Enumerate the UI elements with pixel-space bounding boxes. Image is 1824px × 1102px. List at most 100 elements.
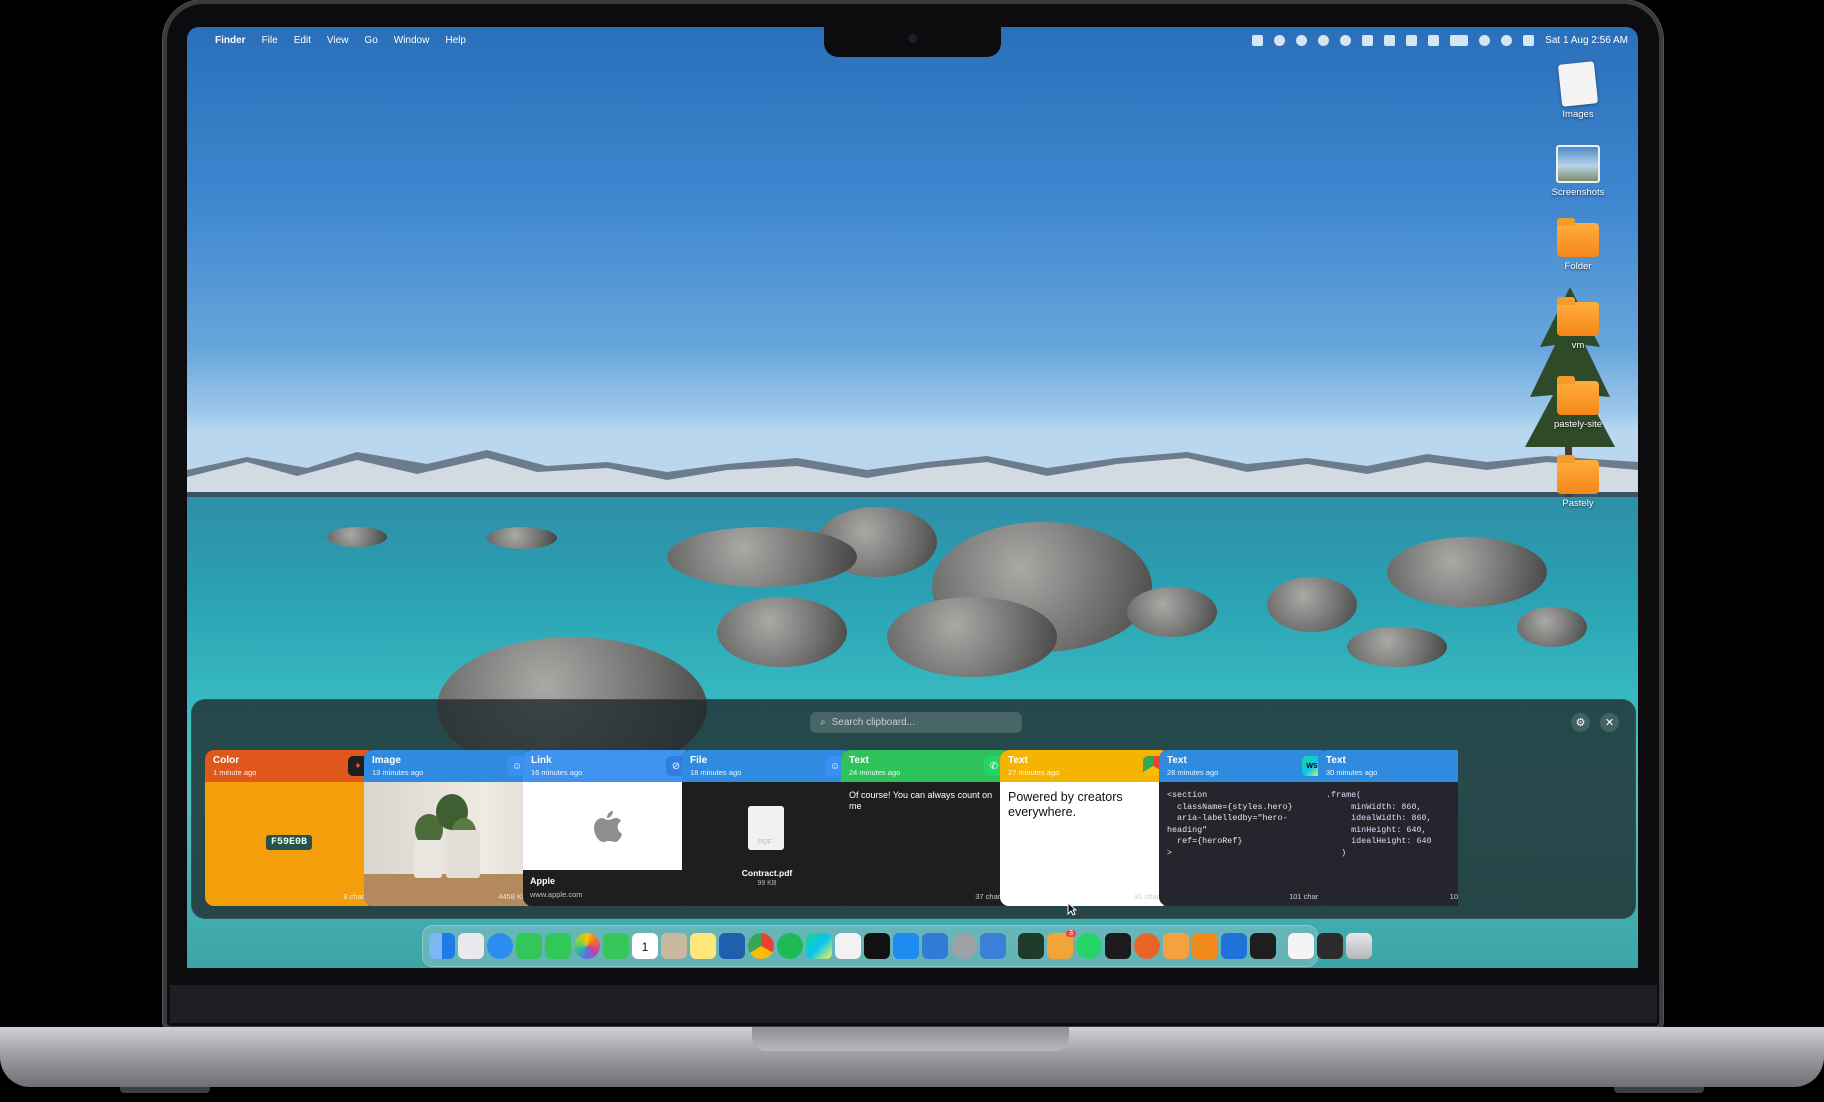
clip-card-code-xcode[interactable]: Text 30 minutes ago .frame( minWidth: 86…: [1318, 750, 1458, 906]
terminal-icon[interactable]: [1105, 933, 1131, 959]
status-app-icon[interactable]: [1274, 34, 1286, 46]
clip-card-file[interactable]: File 18 minutes ago ☺ PDF Contract.pdf 9…: [682, 750, 852, 906]
menu-help[interactable]: Help: [445, 35, 466, 46]
desktop-icon-pastely-site[interactable]: pastely-site: [1533, 376, 1623, 430]
mouse-cursor-icon: [1067, 902, 1077, 916]
clip-card-color[interactable]: Color 1 minute ago ✦ F59E0B 8 chars: [205, 750, 375, 906]
menu-window[interactable]: Window: [394, 35, 430, 46]
status-app-icon[interactable]: [1340, 34, 1352, 46]
outlook-icon[interactable]: [1221, 933, 1247, 959]
link-preview: Apple www.apple.com: [523, 782, 693, 906]
launchpad-icon[interactable]: [458, 933, 484, 959]
clip-card-text-whatsapp[interactable]: Text 24 minutes ago ✆ Of course! You can…: [841, 750, 1011, 906]
settings-button[interactable]: ⚙: [1571, 713, 1590, 732]
trash-icon[interactable]: [1346, 933, 1372, 959]
wifi-icon[interactable]: [1501, 34, 1513, 46]
file-name: Contract.pdf: [741, 868, 793, 878]
card-time: 18 minutes ago: [690, 768, 742, 777]
status-app-icon[interactable]: [1252, 34, 1264, 46]
status-app-icon[interactable]: [1406, 34, 1418, 46]
cloud-icon[interactable]: [1362, 34, 1374, 46]
webstorm-icon[interactable]: [806, 933, 832, 959]
clip-card-text-chrome[interactable]: Text 27 minutes ago Powered by creators …: [1000, 750, 1170, 906]
phone-icon[interactable]: [516, 933, 542, 959]
plant-image: [364, 794, 534, 906]
card-type: Color: [213, 755, 240, 766]
calendar-icon[interactable]: 1: [632, 933, 658, 959]
whatsapp-icon[interactable]: [1076, 933, 1102, 959]
card-time: 28 minutes ago: [1167, 768, 1219, 777]
freeform-icon[interactable]: [719, 933, 745, 959]
facetime-icon[interactable]: [603, 933, 629, 959]
desktop-icon-images[interactable]: Images: [1533, 61, 1623, 120]
chrome-icon[interactable]: [748, 933, 774, 959]
battery-icon[interactable]: [1450, 34, 1469, 46]
menu-app-name[interactable]: Finder: [215, 35, 246, 46]
desktop-icon-pastely[interactable]: Pastely: [1533, 455, 1623, 509]
clip-card-code-webstorm[interactable]: Text 28 minutes ago WS <section classNam…: [1159, 750, 1329, 906]
messages-icon[interactable]: [545, 933, 571, 959]
search-field[interactable]: ⌕ Search clipboard...: [810, 712, 1022, 733]
figma-icon[interactable]: [1250, 933, 1276, 959]
control-center-icon[interactable]: [1523, 34, 1535, 46]
cloud-app-icon[interactable]: [1163, 933, 1189, 959]
pastely-app-icon[interactable]: [1192, 933, 1218, 959]
screen: Finder File Edit View Go Window Help Sat…: [187, 27, 1638, 968]
code-preview: <section className={styles.hero} aria-la…: [1159, 782, 1329, 906]
text-preview: Powered by creators everywhere.: [1000, 782, 1170, 906]
app-with-badge-icon[interactable]: 3: [1047, 930, 1076, 959]
card-time: 30 minutes ago: [1326, 768, 1378, 777]
xcode-icon[interactable]: [922, 933, 948, 959]
downloads-stack-icon[interactable]: [1317, 933, 1343, 959]
photos-icon[interactable]: [574, 933, 600, 959]
menubar-clock[interactable]: Sat 1 Aug 2:56 AM: [1545, 35, 1628, 46]
apple-tv-icon[interactable]: [864, 933, 890, 959]
claude-icon[interactable]: [1134, 933, 1160, 959]
document-icon[interactable]: [1288, 933, 1314, 959]
clip-code: .frame( minWidth: 860, idealWidth: 860, …: [1326, 790, 1432, 858]
settings-icon[interactable]: [951, 933, 977, 959]
contacts-icon[interactable]: [661, 933, 687, 959]
document-icon: [1557, 61, 1599, 107]
app-store-icon[interactable]: [893, 933, 919, 959]
sun-icon[interactable]: [1296, 34, 1308, 46]
safari-icon[interactable]: [487, 933, 513, 959]
gear-icon: ⚙: [1575, 717, 1586, 729]
card-time: 1 minute ago: [213, 768, 257, 777]
play-icon[interactable]: [1479, 34, 1491, 46]
card-type: Text: [1167, 755, 1187, 766]
folder-icon: [1557, 218, 1599, 257]
card-type: Text: [1008, 755, 1028, 766]
dock: 1 3: [422, 925, 1372, 967]
desktop-icon-folder[interactable]: Folder: [1533, 218, 1623, 272]
menu-file[interactable]: File: [262, 35, 278, 46]
clip-card-link[interactable]: Link 16 minutes ago ⊘ Apple www.apple.co…: [523, 750, 693, 906]
font-book-icon[interactable]: [835, 933, 861, 959]
desktop-icon-screenshots[interactable]: Screenshots: [1533, 145, 1623, 198]
desktop-icon-label: Images: [1562, 109, 1594, 120]
hex-value: F59E0B: [266, 835, 313, 850]
status-app-icon[interactable]: [1384, 34, 1396, 46]
desktop-icon-label: Folder: [1564, 261, 1592, 272]
finder-icon[interactable]: [429, 933, 455, 959]
display-icon[interactable]: [1428, 34, 1440, 46]
status-app-icon[interactable]: [1318, 34, 1330, 46]
clip-text: Powered by creators everywhere.: [1008, 790, 1123, 819]
notification-badge: 3: [1066, 930, 1076, 937]
card-type: Text: [849, 755, 869, 766]
file-preview: PDF Contract.pdf 99 KB: [682, 782, 852, 906]
notes-icon[interactable]: [690, 933, 716, 959]
spotify-icon[interactable]: [777, 933, 803, 959]
card-time: 16 minutes ago: [531, 768, 583, 777]
clip-card-image[interactable]: Image 13 minutes ago ☺ 4458 KB: [364, 750, 534, 906]
color-swatch: F59E0B: [205, 782, 375, 906]
menu-go[interactable]: Go: [364, 35, 377, 46]
simulator-icon[interactable]: [980, 933, 1006, 959]
close-button[interactable]: ✕: [1600, 713, 1619, 732]
menu-view[interactable]: View: [327, 35, 349, 46]
desktop-icon-vm[interactable]: vm: [1533, 297, 1623, 351]
terminal-app-icon[interactable]: [1018, 933, 1044, 959]
card-type: Text: [1326, 755, 1346, 766]
clip-code: <section className={styles.hero} aria-la…: [1167, 790, 1293, 858]
menu-edit[interactable]: Edit: [294, 35, 311, 46]
